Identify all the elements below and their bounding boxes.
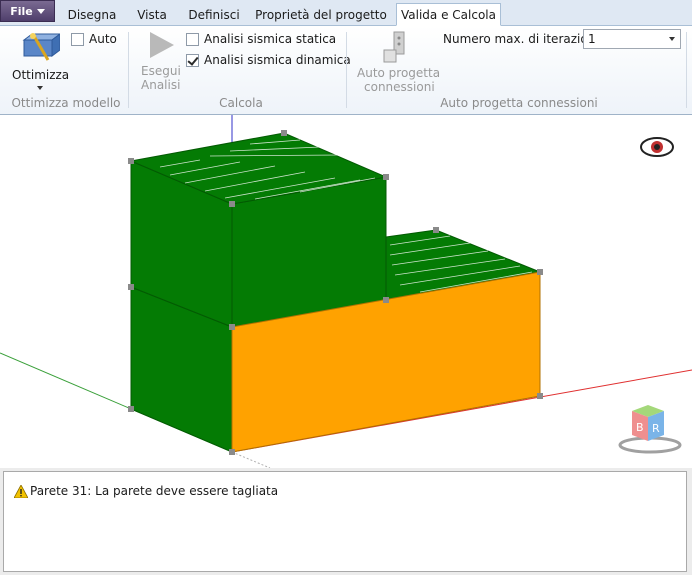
dynamic-analysis-row[interactable]: Analisi sismica dinamica: [186, 53, 351, 67]
ribbon-tab-bar: File Disegna Vista Definisci Proprietà d…: [0, 0, 692, 26]
file-menu-button[interactable]: File: [0, 0, 55, 22]
auto-design-label-2: connessioni: [364, 80, 435, 94]
dynamic-analysis-label: Analisi sismica dinamica: [204, 53, 351, 67]
run-analysis-label-2: Analisi: [141, 78, 181, 92]
group-label-calcola: Calcola: [219, 96, 263, 110]
optimize-button[interactable]: Ottimizza: [8, 28, 70, 90]
cube-letter-right: R: [652, 422, 660, 435]
tab-proprieta-progetto[interactable]: Proprietà del progetto: [252, 4, 390, 26]
messages-panel: Parete 31: La parete deve essere tagliat…: [0, 468, 692, 575]
model-canvas[interactable]: B R: [0, 115, 692, 468]
connection-icon: [383, 31, 405, 63]
message-item[interactable]: Parete 31: La parete deve essere tagliat…: [14, 484, 278, 498]
ribbon-separator: [346, 32, 347, 108]
play-icon: [150, 32, 174, 58]
tab-definisci[interactable]: Definisci: [180, 4, 248, 26]
message-text: Parete 31: La parete deve essere tagliat…: [30, 484, 279, 498]
optimize-icon: [22, 33, 60, 61]
warning-icon: [14, 484, 28, 498]
optimize-dropdown-icon[interactable]: [37, 86, 43, 90]
static-analysis-row[interactable]: Analisi sismica statica: [186, 32, 336, 46]
ribbon-separator: [686, 32, 687, 108]
group-label-ottimizza: Ottimizza modello: [11, 96, 121, 110]
messages-list[interactable]: Parete 31: La parete deve essere tagliat…: [3, 471, 687, 572]
auto-design-connections-button[interactable]: Auto progetta connessioni: [352, 28, 441, 94]
cube-letter-back: B: [636, 421, 644, 434]
iterations-label: Numero max. di iterazioni: [443, 32, 599, 46]
dynamic-analysis-checkbox[interactable]: [186, 53, 199, 67]
optimize-label: Ottimizza: [12, 68, 70, 82]
auto-label: Auto: [89, 32, 117, 46]
auto-design-label-1: Auto progetta: [357, 66, 441, 80]
ribbon-panel: Ottimizza Auto Ottimizza modello Esegui …: [0, 26, 692, 115]
auto-checkbox-row[interactable]: Auto: [71, 32, 117, 46]
tab-vista[interactable]: Vista: [128, 4, 176, 26]
static-analysis-checkbox[interactable]: [186, 32, 199, 46]
3d-viewport[interactable]: B R: [0, 115, 692, 468]
static-analysis-label: Analisi sismica statica: [204, 32, 337, 46]
tab-disegna[interactable]: Disegna: [60, 4, 124, 26]
caret-down-icon: [36, 8, 45, 14]
visibility-eye-icon[interactable]: [640, 137, 674, 157]
run-analysis-label-1: Esegui: [141, 64, 181, 78]
chevron-down-icon: [669, 37, 675, 41]
group-label-connessioni: Auto progetta connessioni: [440, 96, 598, 110]
ribbon-separator: [128, 32, 129, 108]
run-analysis-button[interactable]: Esegui Analisi: [138, 30, 184, 92]
file-menu-label: File: [10, 4, 33, 18]
axis-dotted: [231, 451, 271, 468]
navigation-cube[interactable]: B R: [618, 405, 682, 454]
iterations-value: 1: [588, 32, 596, 46]
auto-checkbox[interactable]: [71, 32, 84, 46]
iterations-select[interactable]: 1: [583, 29, 681, 49]
tab-valida-calcola[interactable]: Valida e Calcola: [396, 3, 501, 26]
